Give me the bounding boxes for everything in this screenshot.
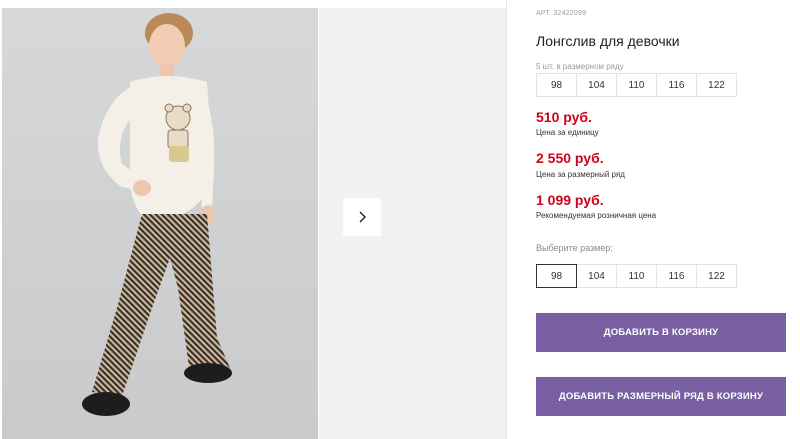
product-info: АРТ. 32422099 Лонгслив для девочки 5 шт.… [536, 0, 800, 439]
gallery-next-button[interactable] [343, 198, 381, 236]
choose-size-label: Выберите размер: [536, 243, 613, 253]
chevron-right-icon [359, 211, 366, 223]
series-size-cell: 122 [696, 73, 737, 97]
size-option-122[interactable]: 122 [696, 264, 737, 288]
size-option-104[interactable]: 104 [576, 264, 617, 288]
series-caption: 5 шт. в размерном ряду [536, 62, 624, 71]
series-size-cell: 104 [576, 73, 617, 97]
series-size-cell: 116 [656, 73, 697, 97]
series-price: 2 550 руб. [536, 150, 604, 166]
product-photo[interactable] [2, 8, 318, 439]
series-size-row: 98 104 110 116 122 [536, 73, 737, 97]
series-size-cell: 98 [536, 73, 577, 97]
retail-price: 1 099 руб. [536, 192, 604, 208]
series-size-cell: 110 [616, 73, 657, 97]
series-price-label: Цена за размерный ряд [536, 170, 625, 179]
size-selector: 98 104 110 116 122 [536, 264, 737, 288]
size-option-98[interactable]: 98 [536, 264, 577, 288]
product-gallery [0, 8, 506, 439]
girl-photo-illustration [82, 13, 232, 416]
add-to-cart-button[interactable]: ДОБАВИТЬ В КОРЗИНУ [536, 313, 786, 352]
size-option-110[interactable]: 110 [616, 264, 657, 288]
size-option-116[interactable]: 116 [656, 264, 697, 288]
divider [506, 0, 507, 439]
unit-price: 510 руб. [536, 109, 592, 125]
unit-price-label: Цена за единицу [536, 128, 599, 137]
article-number: АРТ. 32422099 [536, 10, 587, 17]
retail-price-label: Рекомендуемая розничная цена [536, 211, 657, 220]
product-title: Лонгслив для девочки [536, 33, 680, 49]
add-series-to-cart-button[interactable]: ДОБАВИТЬ РАЗМЕРНЫЙ РЯД В КОРЗИНУ [536, 377, 786, 416]
